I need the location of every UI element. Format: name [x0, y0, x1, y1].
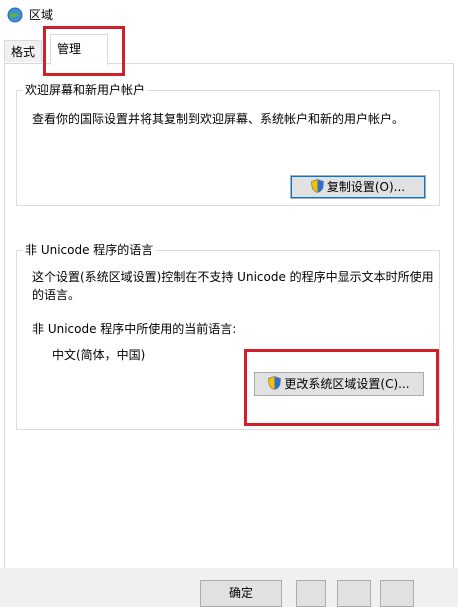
- help-button[interactable]: [380, 580, 414, 607]
- tab-strip: 格式 管理: [0, 34, 458, 65]
- current-language-label: 非 Unicode 程序中所使用的当前语言:: [32, 322, 237, 336]
- tab-format[interactable]: 格式: [4, 40, 42, 62]
- cancel-button[interactable]: [296, 580, 326, 607]
- change-system-locale-button[interactable]: 更改系统区域设置(C)...: [254, 372, 424, 396]
- globe-icon: [7, 7, 23, 23]
- tab-administrative[interactable]: 管理: [50, 34, 108, 65]
- window-title: 区域: [29, 8, 54, 22]
- welcome-group-title: 欢迎屏幕和新用户帐户: [23, 82, 148, 98]
- uac-shield-icon: [268, 376, 282, 390]
- ok-button[interactable]: 确定: [200, 580, 282, 607]
- title-bar: 区域: [0, 0, 458, 30]
- welcome-group-description: 查看你的国际设置并将其复制到欢迎屏幕、系统帐户和新的用户帐户。: [32, 112, 405, 126]
- uac-shield-icon: [311, 179, 324, 193]
- copy-settings-button[interactable]: 复制设置(O)...: [290, 175, 426, 199]
- copy-settings-label: 复制设置(O)...: [326, 180, 406, 194]
- apply-button[interactable]: [337, 580, 371, 607]
- non-unicode-description: 这个设置(系统区域设置)控制在不支持 Unicode 的程序中显示文本时所使用的…: [32, 270, 434, 302]
- current-language-value: 中文(简体，中国): [52, 348, 146, 362]
- non-unicode-group-title: 非 Unicode 程序的语言: [23, 242, 156, 258]
- change-system-locale-label: 更改系统区域设置(C)...: [284, 377, 410, 391]
